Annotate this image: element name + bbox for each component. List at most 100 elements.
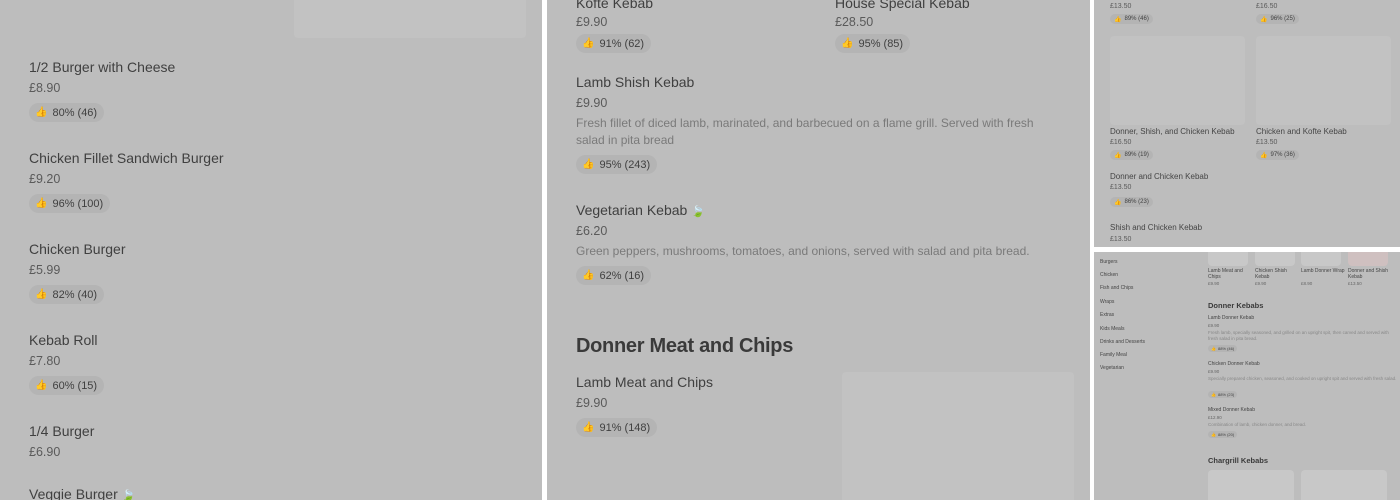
item-description: Fresh fillet of diced lamb, marinated, a… bbox=[576, 116, 1034, 147]
sidebar-category[interactable]: Kids Meals bbox=[1100, 326, 1124, 332]
rating-badge: 👍 91% (148) bbox=[576, 418, 658, 437]
carousel-image[interactable] bbox=[1348, 252, 1388, 266]
carousel-item-name[interactable]: Lamb Donner Wrap bbox=[1301, 268, 1345, 274]
thumbs-up-icon: 👍 bbox=[582, 38, 595, 49]
item-image-placeholder[interactable] bbox=[842, 372, 1074, 500]
item-name[interactable]: House Special Kebab bbox=[835, 0, 970, 11]
item-price: £9.90 bbox=[576, 96, 608, 110]
item-name[interactable]: Lamb Meat and Chips bbox=[576, 374, 713, 390]
item-name[interactable]: Chicken and Kofte Kebab bbox=[1256, 127, 1347, 136]
thumbs-up-icon: 👍 bbox=[841, 38, 854, 49]
item-description: Fresh lamb, specially seasoned, and gril… bbox=[1208, 330, 1389, 341]
sidebar-category[interactable]: Vegetarian bbox=[1100, 365, 1124, 371]
leaf-icon: 🍃 bbox=[691, 206, 706, 218]
thumbs-up-icon: 👍 bbox=[582, 159, 595, 170]
carousel-item-price: £9.90 bbox=[1208, 281, 1220, 286]
item-price: £13.50 bbox=[1110, 3, 1132, 10]
carousel-image[interactable] bbox=[1208, 252, 1248, 266]
menu-panel-combo-kebabs: £13.50 👍 89% (46) £16.50 👍 96% (25) Donner… bbox=[1094, 0, 1400, 247]
sidebar-category[interactable]: Drinks and Desserts bbox=[1100, 339, 1145, 345]
item-description: Combination of lamb, chicken donner, and… bbox=[1208, 422, 1307, 427]
item-price: £28.50 bbox=[835, 15, 874, 29]
item-name[interactable]: Mixed Donner Kebab bbox=[1208, 407, 1255, 413]
item-image-placeholder[interactable] bbox=[1208, 470, 1294, 500]
item-price: £13.50 bbox=[1256, 139, 1278, 146]
thumbs-up-icon: 👍 bbox=[35, 198, 48, 209]
item-image-placeholder[interactable] bbox=[1110, 36, 1245, 125]
rating-text: 97% (36) bbox=[1270, 152, 1295, 158]
carousel-image[interactable] bbox=[1301, 252, 1341, 266]
sidebar-category[interactable]: Wraps bbox=[1100, 299, 1114, 305]
rating-text: 95% (243) bbox=[599, 158, 651, 171]
item-image-placeholder[interactable] bbox=[1256, 36, 1391, 125]
item-name[interactable]: Lamb Shish Kebab bbox=[576, 74, 694, 90]
rating-badge: 👍 60% (15) bbox=[29, 376, 105, 395]
carousel-item-price: £9.90 bbox=[1255, 281, 1267, 286]
thumbs-up-icon: 👍 bbox=[1260, 16, 1268, 23]
sidebar-category[interactable]: Extras bbox=[1100, 312, 1114, 318]
menu-panel-burgers: 1/2 Burger with Cheese £8.90 👍 80% (46) C… bbox=[0, 0, 542, 500]
item-description: Green peppers, mushrooms, tomatoes, and … bbox=[576, 244, 1030, 258]
rating-badge: 👍 88% (23) bbox=[1208, 391, 1238, 398]
rating-badge: 👍 95% (243) bbox=[576, 155, 658, 174]
rating-badge: 👍 97% (36) bbox=[1256, 150, 1299, 160]
thumbs-up-icon: 👍 bbox=[582, 270, 595, 281]
sidebar-category[interactable]: Chicken bbox=[1100, 272, 1118, 278]
rating-text: 91% (62) bbox=[599, 37, 645, 50]
item-name[interactable]: Lamb Donner Kebab bbox=[1208, 315, 1254, 321]
carousel-image[interactable] bbox=[1255, 252, 1295, 266]
item-name[interactable]: Chicken Fillet Sandwich Burger bbox=[29, 150, 224, 166]
rating-text: 95% (85) bbox=[858, 37, 904, 50]
item-name[interactable]: Vegetarian Kebab 🍃 bbox=[576, 202, 705, 218]
leaf-icon: 🍃 bbox=[121, 490, 136, 500]
thumbs-up-icon: 👍 bbox=[1114, 16, 1122, 23]
carousel-item-name[interactable]: Donner and Shish Kebab bbox=[1348, 268, 1392, 280]
item-price: £9.20 bbox=[29, 172, 61, 186]
rating-text: 60% (15) bbox=[52, 379, 98, 392]
item-name[interactable]: Kofte Kebab bbox=[576, 0, 653, 11]
item-name-text: Veggie Burger bbox=[29, 486, 118, 500]
item-name[interactable]: Donner and Chicken Kebab bbox=[1110, 172, 1208, 181]
carousel-item-name[interactable]: Chicken Shish Kebab bbox=[1255, 268, 1299, 280]
section-title: Chargrill Kebabs bbox=[1208, 456, 1269, 465]
rating-text: 62% (16) bbox=[599, 269, 645, 282]
rating-badge: 👍 88% (20) bbox=[1208, 431, 1238, 438]
item-price: £13.50 bbox=[1110, 184, 1132, 191]
item-price: £16.50 bbox=[1110, 139, 1132, 146]
menu-panel-overview: Burgers Chicken Fish and Chips Wraps Ext… bbox=[1094, 252, 1400, 500]
item-image-placeholder[interactable] bbox=[1301, 470, 1387, 500]
sidebar-category[interactable]: Family Meal bbox=[1100, 352, 1127, 358]
menu-panel-kebabs: Kofte Kebab £9.90 👍 91% (62) House Specia… bbox=[547, 0, 1090, 500]
item-name[interactable]: Chicken Donner Kebab bbox=[1208, 361, 1260, 367]
rating-badge: 👍 62% (16) bbox=[576, 266, 652, 285]
rating-text: 88% (23) bbox=[1217, 392, 1235, 397]
item-image-placeholder[interactable] bbox=[294, 0, 526, 38]
item-name-text: Vegetarian Kebab bbox=[576, 202, 688, 218]
rating-text: 96% (25) bbox=[1270, 16, 1295, 22]
item-name[interactable]: Donner, Shish, and Chicken Kebab bbox=[1110, 127, 1235, 136]
item-name[interactable]: Veggie Burger 🍃 bbox=[29, 486, 135, 500]
rating-badge: 👍 80% (46) bbox=[29, 103, 105, 122]
rating-text: 86% (23) bbox=[1124, 199, 1149, 205]
rating-badge: 👍 96% (25) bbox=[1256, 14, 1299, 24]
rating-text: 89% (19) bbox=[1124, 152, 1149, 158]
carousel-item-name[interactable]: Lamb Meat and Chips bbox=[1208, 268, 1252, 280]
item-name[interactable]: Kebab Roll bbox=[29, 332, 98, 348]
item-name[interactable]: Shish and Chicken Kebab bbox=[1110, 223, 1202, 232]
rating-text: 88% (46) bbox=[1217, 346, 1235, 351]
item-price: £12.90 bbox=[1208, 415, 1222, 420]
item-name[interactable]: 1/2 Burger with Cheese bbox=[29, 59, 175, 75]
item-name[interactable]: 1/4 Burger bbox=[29, 423, 94, 439]
item-description: Specially prepared chicken, seasoned, an… bbox=[1208, 376, 1397, 381]
sidebar-category[interactable]: Fish and Chips bbox=[1100, 285, 1133, 291]
sidebar-category[interactable]: Burgers bbox=[1100, 259, 1118, 265]
item-price: £9.90 bbox=[1208, 323, 1220, 328]
item-price: £9.90 bbox=[576, 15, 608, 29]
rating-badge: 👍 89% (46) bbox=[1110, 14, 1153, 24]
item-price: £6.20 bbox=[576, 224, 608, 238]
rating-text: 88% (20) bbox=[1217, 432, 1235, 437]
rating-badge: 👍 95% (85) bbox=[835, 34, 911, 53]
item-name[interactable]: Chicken Burger bbox=[29, 241, 126, 257]
rating-badge: 👍 91% (62) bbox=[576, 34, 652, 53]
rating-text: 89% (46) bbox=[1124, 16, 1149, 22]
